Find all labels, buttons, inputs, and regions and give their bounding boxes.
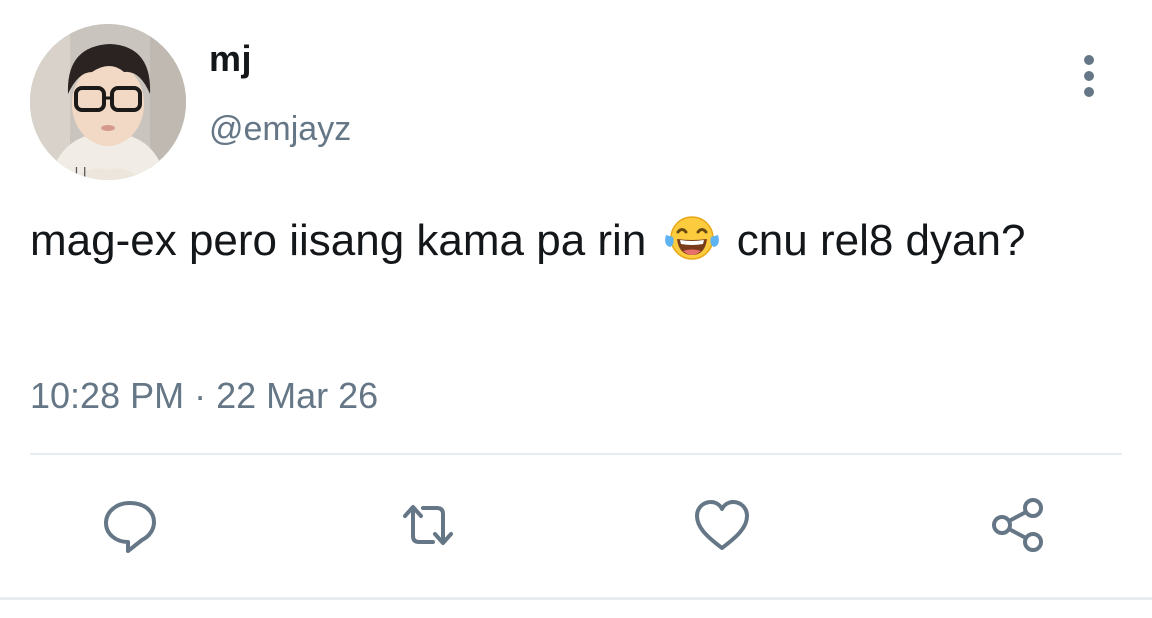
tweet-date: 22 Mar 26 <box>216 375 379 416</box>
tweet-text-part-1: mag-ex pero iisang kama pa rin <box>30 216 647 265</box>
retweet-icon <box>403 505 453 545</box>
svg-text:.l.l: .l.l <box>70 166 87 180</box>
heart-icon <box>695 500 749 550</box>
like-button[interactable] <box>687 490 757 560</box>
tweet-text: mag-ex pero iisang kama pa rin cnu rel8 … <box>30 212 1120 270</box>
more-options-button[interactable] <box>1072 52 1106 100</box>
reply-icon <box>104 501 156 553</box>
divider <box>30 453 1122 455</box>
meta-separator: · <box>194 375 207 416</box>
share-button[interactable] <box>983 490 1053 560</box>
divider-bottom <box>0 597 1152 600</box>
tweet-text-part-2: cnu rel8 dyan? <box>736 216 1026 265</box>
tweet-time: 10:28 PM <box>30 375 185 416</box>
share-icon <box>992 498 1043 552</box>
tweet-card: .l.l mj @emjayz mag-ex pero iisang kama … <box>0 0 1152 618</box>
user-handle[interactable]: @emjayz <box>209 110 351 149</box>
display-name[interactable]: mj <box>209 38 252 80</box>
retweet-button[interactable] <box>393 490 463 560</box>
face-with-tears-of-joy-icon <box>663 215 721 261</box>
action-bar <box>0 490 1152 560</box>
avatar[interactable]: .l.l <box>30 24 186 180</box>
reply-button[interactable] <box>95 490 165 560</box>
tweet-timestamp[interactable]: 10:28 PM · 22 Mar 26 <box>30 375 378 417</box>
more-vertical-icon <box>1084 55 1094 97</box>
